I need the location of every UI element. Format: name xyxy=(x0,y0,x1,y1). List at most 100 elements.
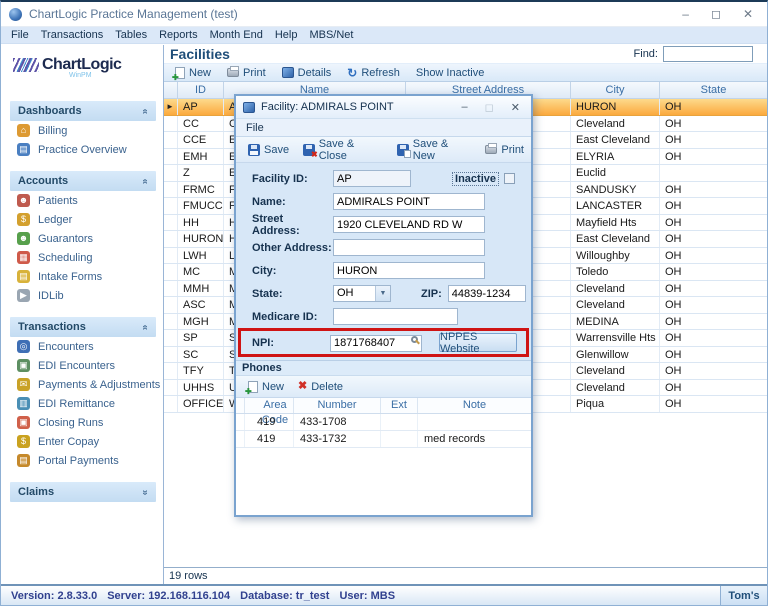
npi-highlight-box: NPI: NPPES Website xyxy=(238,328,529,357)
row-marker xyxy=(164,347,178,363)
button-label: Print xyxy=(501,144,524,156)
other-address-field[interactable] xyxy=(333,239,485,256)
save-new-button[interactable]: Save & New xyxy=(390,140,478,160)
dialog-minimize-button[interactable]: – xyxy=(462,101,468,114)
dialog-close-button[interactable]: ✕ xyxy=(511,101,520,114)
sidebar-item-encounters[interactable]: ◎Encounters xyxy=(1,337,163,356)
menu-reports[interactable]: Reports xyxy=(153,29,204,41)
logo-subtitle: WinPM xyxy=(69,72,163,79)
button-label: New xyxy=(262,381,284,393)
zip-field[interactable] xyxy=(448,285,526,302)
sidebar-item-patients[interactable]: ☻Patients xyxy=(1,191,163,210)
print-button[interactable]: Print xyxy=(220,64,273,81)
delete-button[interactable]: ✖Delete xyxy=(291,378,350,395)
sidebar-item-label: EDI Encounters xyxy=(38,360,115,372)
phone-row[interactable]: 419433-1732med records xyxy=(236,431,531,448)
name-label: Name: xyxy=(252,196,333,208)
cell-city: Toledo xyxy=(571,264,660,280)
menu-month-end[interactable]: Month End xyxy=(204,29,269,41)
cell-state: OH xyxy=(660,380,767,396)
guarantors-person-icon: ☻ xyxy=(17,232,30,245)
sidebar-item-enter-copay[interactable]: $Enter Copay xyxy=(1,432,163,451)
menu-help[interactable]: Help xyxy=(269,29,304,41)
button-label: Print xyxy=(243,67,266,79)
row-marker xyxy=(164,281,178,297)
print-button[interactable]: Print xyxy=(478,140,531,160)
search-icon[interactable] xyxy=(411,336,418,343)
phone-column-ext[interactable]: Ext xyxy=(381,398,418,413)
save-close-button[interactable]: Save & Close xyxy=(296,140,390,160)
city-label: City: xyxy=(252,265,333,277)
menu-transactions[interactable]: Transactions xyxy=(35,29,110,41)
sidebar-section-accounts[interactable]: Accounts» xyxy=(10,171,156,191)
refresh-button[interactable]: ↻Refresh xyxy=(340,64,407,81)
sidebar-item-idlib[interactable]: ▶IDLib xyxy=(1,286,163,305)
sidebar-item-label: Billing xyxy=(38,125,67,137)
patients-person-icon: ☻ xyxy=(17,194,30,207)
cell-state xyxy=(660,165,767,181)
sidebar-item-guarantors[interactable]: ☻Guarantors xyxy=(1,229,163,248)
cell-city: Warrensville Hts xyxy=(571,330,660,346)
cell-note: med records xyxy=(418,431,531,447)
inactive-checkbox[interactable] xyxy=(504,173,515,184)
menu-mbs-net[interactable]: MBS/Net xyxy=(303,29,359,41)
status-segment: Server: 192.168.116.104 xyxy=(107,590,230,602)
sidebar-item-payments-adjustments[interactable]: ✉Payments & Adjustments xyxy=(1,375,163,394)
city-field[interactable] xyxy=(333,262,485,279)
menu-tables[interactable]: Tables xyxy=(109,29,153,41)
save-button[interactable]: Save xyxy=(241,140,296,160)
sidebar-item-edi-remittance[interactable]: ▥EDI Remittance xyxy=(1,394,163,413)
new-button[interactable]: New xyxy=(168,64,218,81)
row-marker xyxy=(164,149,178,165)
cell-id: TFY xyxy=(178,363,224,379)
new-record-icon xyxy=(248,381,258,393)
name-field[interactable] xyxy=(333,193,485,210)
column-header-city[interactable]: City xyxy=(571,82,660,98)
encounters-globe-icon: ◎ xyxy=(17,340,30,353)
menu-file[interactable]: File xyxy=(5,29,35,41)
details-button[interactable]: Details xyxy=(275,64,339,81)
dialog-maximize-button: ◻ xyxy=(485,101,494,114)
column-header-id[interactable]: ID xyxy=(178,82,224,98)
sidebar-section-claims[interactable]: Claims» xyxy=(10,482,156,502)
cell-state: OH xyxy=(660,248,767,264)
phone-row[interactable]: 419433-1708 xyxy=(236,414,531,431)
sidebar-item-label: Scheduling xyxy=(38,252,92,264)
maximize-button[interactable]: ◻ xyxy=(711,7,721,21)
street-address-field[interactable] xyxy=(333,216,485,233)
sidebar-item-billing[interactable]: ⌂Billing xyxy=(1,121,163,140)
phone-column-note[interactable]: Note xyxy=(418,398,531,413)
sidebar-item-scheduling[interactable]: ▦Scheduling xyxy=(1,248,163,267)
minimize-button[interactable]: – xyxy=(682,7,689,21)
facilities-toolbar: New Print Details↻RefreshShow Inactive xyxy=(164,63,767,82)
dialog-menu-file[interactable]: File xyxy=(242,122,268,134)
sidebar-item-practice-overview[interactable]: ▤Practice Overview xyxy=(1,140,163,159)
sidebar-item-portal-payments[interactable]: ▤Portal Payments xyxy=(1,451,163,470)
medicare-id-field[interactable] xyxy=(333,308,458,325)
npi-field[interactable] xyxy=(330,335,422,352)
phone-column-area-code[interactable]: Area Code xyxy=(245,398,294,413)
nppes-website-button[interactable]: NPPES Website xyxy=(439,333,517,352)
column-header-state[interactable]: State xyxy=(660,82,767,98)
sidebar-section-transactions[interactable]: Transactions» xyxy=(10,317,156,337)
cell-id: AP xyxy=(178,99,224,115)
sidebar-item-label: Closing Runs xyxy=(38,417,103,429)
show-inactive-button[interactable]: Show Inactive xyxy=(409,64,491,81)
phone-column-number[interactable]: Number xyxy=(294,398,381,413)
sidebar-item-closing-runs[interactable]: ▣Closing Runs xyxy=(1,413,163,432)
user-button[interactable]: Tom's xyxy=(720,586,767,605)
sidebar-item-edi-encounters[interactable]: ▣EDI Encounters xyxy=(1,356,163,375)
new-button[interactable]: New xyxy=(241,378,291,395)
find-input[interactable] xyxy=(663,46,753,62)
sidebar-item-intake-forms[interactable]: ▤Intake Forms xyxy=(1,267,163,286)
row-count: 19 rows xyxy=(164,567,767,584)
printer-icon xyxy=(485,145,497,154)
facility-id-field[interactable] xyxy=(333,170,411,187)
state-select[interactable]: OH ▼ xyxy=(333,285,391,302)
dialog-toolbar: SaveSave & CloseSave & New Print xyxy=(236,137,531,163)
sidebar-section-dashboards[interactable]: Dashboards» xyxy=(10,101,156,121)
chevron-double-up-icon: » xyxy=(140,324,151,330)
close-button[interactable]: ✕ xyxy=(743,7,753,21)
sidebar-item-label: Portal Payments xyxy=(38,455,119,467)
sidebar-item-ledger[interactable]: $Ledger xyxy=(1,210,163,229)
